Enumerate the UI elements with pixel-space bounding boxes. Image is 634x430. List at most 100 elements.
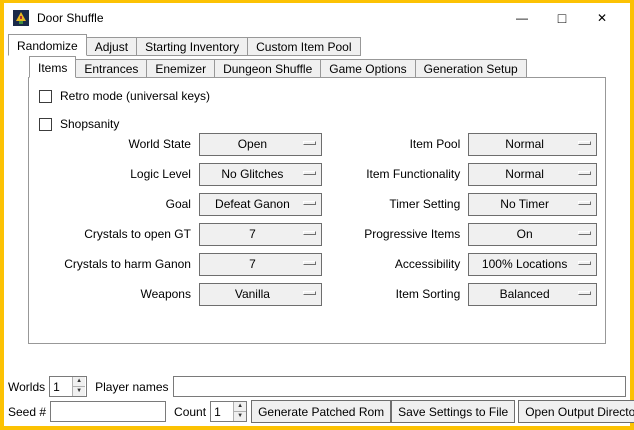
titlebar[interactable]: Door Shuffle — □ ✕	[4, 3, 630, 32]
window-controls: — □ ✕	[502, 3, 622, 32]
dropdown-indicator-icon	[578, 261, 591, 265]
inner-tab-bar: Items Entrances Enemizer Dungeon Shuffle…	[28, 56, 606, 78]
tab-panel-items: Retro mode (universal keys) Shopsanity W…	[28, 77, 606, 344]
spin-down-icon[interactable]: ▼	[234, 412, 246, 421]
dropdown-indicator-icon	[303, 291, 316, 295]
tab-dungeon-shuffle[interactable]: Dungeon Shuffle	[214, 59, 321, 78]
dropdown-item-sorting[interactable]: Balanced	[468, 283, 597, 306]
dropdown-indicator-icon	[578, 291, 591, 295]
dropdown-value: Balanced	[500, 287, 550, 301]
checkbox-box	[39, 90, 52, 103]
close-icon: ✕	[597, 11, 607, 25]
dropdown-item-pool[interactable]: Normal	[468, 133, 597, 156]
minimize-button[interactable]: —	[502, 3, 542, 32]
crystals-gt-label: Crystals to open GT	[35, 227, 199, 241]
timer-setting-label: Timer Setting	[322, 197, 468, 211]
checkbox-retro-mode[interactable]: Retro mode (universal keys)	[39, 86, 210, 106]
checkbox-box	[39, 118, 52, 131]
app-window: Door Shuffle — □ ✕ Randomize Adjust Star…	[0, 0, 634, 430]
dropdown-value: 7	[249, 227, 256, 241]
dropdown-crystals-ganon[interactable]: 7	[199, 253, 322, 276]
window-title: Door Shuffle	[37, 11, 104, 25]
seed-row: Seed # Count ▲ ▼ Generate Patched Rom Sa…	[8, 400, 626, 423]
worlds-row: Worlds ▲ ▼ Player names	[8, 375, 626, 398]
dropdown-accessibility[interactable]: 100% Locations	[468, 253, 597, 276]
spinner-arrows: ▲ ▼	[233, 402, 246, 421]
progressive-items-label: Progressive Items	[322, 227, 468, 241]
checkbox-label: Retro mode (universal keys)	[60, 89, 210, 103]
dropdown-indicator-icon	[578, 231, 591, 235]
inner-notebook: Items Entrances Enemizer Dungeon Shuffle…	[28, 56, 606, 344]
dropdown-value: Open	[238, 137, 267, 151]
dropdown-value: 7	[249, 257, 256, 271]
close-button[interactable]: ✕	[582, 3, 622, 32]
worlds-input[interactable]	[50, 377, 72, 396]
dropdown-indicator-icon	[303, 171, 316, 175]
dropdown-value: No Glitches	[221, 167, 283, 181]
tab-items[interactable]: Items	[29, 56, 76, 78]
weapons-label: Weapons	[35, 287, 199, 301]
dropdown-world-state[interactable]: Open	[199, 133, 322, 156]
worlds-spinner[interactable]: ▲ ▼	[49, 376, 87, 397]
logic-level-label: Logic Level	[35, 167, 199, 181]
dropdown-indicator-icon	[303, 201, 316, 205]
minimize-icon: —	[516, 11, 528, 25]
dropdown-value: Defeat Ganon	[215, 197, 290, 211]
item-functionality-label: Item Functionality	[322, 167, 468, 181]
generate-rom-button[interactable]: Generate Patched Rom	[251, 400, 391, 423]
count-input[interactable]	[211, 402, 233, 421]
seed-label: Seed #	[8, 405, 46, 419]
checkbox-shopsanity[interactable]: Shopsanity	[39, 114, 210, 134]
form-row: Goal Defeat Ganon Timer Setting No Timer	[35, 192, 601, 216]
world-state-label: World State	[35, 137, 199, 151]
dropdown-indicator-icon	[578, 201, 591, 205]
dropdown-goal[interactable]: Defeat Ganon	[199, 193, 322, 216]
tab-starting-inventory[interactable]: Starting Inventory	[136, 37, 248, 56]
accessibility-label: Accessibility	[322, 257, 468, 271]
open-output-button[interactable]: Open Output Directory	[518, 400, 634, 423]
checkbox-label: Shopsanity	[60, 117, 119, 131]
outer-tab-bar: Randomize Adjust Starting Inventory Cust…	[8, 34, 361, 56]
save-settings-button[interactable]: Save Settings to File	[391, 400, 515, 423]
tab-randomize[interactable]: Randomize	[8, 34, 87, 56]
seed-input[interactable]	[50, 401, 166, 422]
dropdown-weapons[interactable]: Vanilla	[199, 283, 322, 306]
dropdown-progressive-items[interactable]: On	[468, 223, 597, 246]
dropdown-value: On	[517, 227, 533, 241]
app-icon	[13, 10, 29, 26]
dropdown-value: No Timer	[500, 197, 549, 211]
spin-down-icon[interactable]: ▼	[73, 387, 85, 396]
item-pool-label: Item Pool	[322, 137, 468, 151]
dropdown-value: Normal	[505, 137, 544, 151]
tab-generation-setup[interactable]: Generation Setup	[415, 59, 527, 78]
dropdown-value: Normal	[505, 167, 544, 181]
tab-adjust[interactable]: Adjust	[86, 37, 137, 56]
form-row: Crystals to open GT 7 Progressive Items …	[35, 222, 601, 246]
form-row: Weapons Vanilla Item Sorting Balanced	[35, 282, 601, 306]
dropdown-indicator-icon	[303, 261, 316, 265]
dropdown-value: 100% Locations	[482, 257, 567, 271]
spin-up-icon[interactable]: ▲	[73, 377, 85, 387]
dropdown-crystals-gt[interactable]: 7	[199, 223, 322, 246]
count-label: Count	[174, 405, 206, 419]
maximize-button[interactable]: □	[542, 3, 582, 32]
dropdown-indicator-icon	[303, 231, 316, 235]
tab-game-options[interactable]: Game Options	[320, 59, 415, 78]
form-row: World State Open Item Pool Normal	[35, 132, 601, 156]
dropdown-logic-level[interactable]: No Glitches	[199, 163, 322, 186]
item-sorting-label: Item Sorting	[322, 287, 468, 301]
form-row: Logic Level No Glitches Item Functionali…	[35, 162, 601, 186]
dropdown-indicator-icon	[578, 171, 591, 175]
tab-enemizer[interactable]: Enemizer	[146, 59, 215, 78]
player-names-input[interactable]	[173, 376, 627, 397]
maximize-icon: □	[558, 10, 566, 26]
worlds-label: Worlds	[8, 380, 45, 394]
spin-up-icon[interactable]: ▲	[234, 402, 246, 412]
options-form: World State Open Item Pool Normal Logic …	[35, 132, 601, 312]
dropdown-timer-setting[interactable]: No Timer	[468, 193, 597, 216]
dropdown-item-functionality[interactable]: Normal	[468, 163, 597, 186]
tab-custom-item-pool[interactable]: Custom Item Pool	[247, 37, 360, 56]
dropdown-indicator-icon	[578, 141, 591, 145]
tab-entrances[interactable]: Entrances	[75, 59, 147, 78]
count-spinner[interactable]: ▲ ▼	[210, 401, 247, 422]
